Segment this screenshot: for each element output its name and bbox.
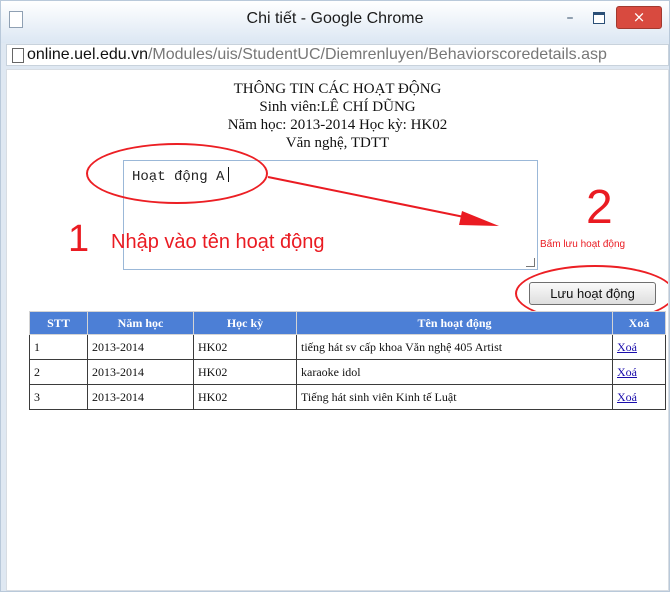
- maximize-icon: [593, 12, 605, 24]
- url-path: /Modules/uis/StudentUC/Diemrenluyen/Beha…: [147, 46, 607, 63]
- step2-number: 2: [586, 181, 613, 234]
- page-title: THÔNG TIN CÁC HOẠT ĐỘNG: [233, 81, 442, 97]
- row-delete-cell: Xoá: [612, 334, 666, 360]
- activities-table: STT Năm học Học kỳ Tên hoạt động Xoá 1 2…: [29, 311, 666, 410]
- activity-category: Văn nghệ, TDTT: [285, 135, 390, 151]
- column-header-stt: STT: [29, 311, 88, 335]
- column-header-term: Học kỳ: [193, 311, 297, 335]
- table-row: 1 2013-2014 HK02 tiếng hát sv cấp khoa V…: [29, 334, 666, 360]
- row-year: 2013-2014: [87, 334, 194, 360]
- row-delete-cell: Xoá: [612, 359, 666, 385]
- table-header-row: STT Năm học Học kỳ Tên hoạt động Xoá: [29, 311, 666, 335]
- row-term: HK02: [193, 384, 297, 410]
- page-content: THÔNG TIN CÁC HOẠT ĐỘNG Sinh viên:LÊ CHÍ…: [6, 69, 669, 591]
- column-header-activity-name: Tên hoạt động: [296, 311, 613, 335]
- row-stt: 2: [29, 359, 88, 385]
- url[interactable]: online.uel.edu.vn/Modules/uis/StudentUC/…: [27, 46, 607, 64]
- row-year: 2013-2014: [87, 359, 194, 385]
- close-button[interactable]: ×: [616, 6, 662, 29]
- row-year: 2013-2014: [87, 384, 194, 410]
- delete-link[interactable]: Xoá: [617, 390, 637, 404]
- address-bar[interactable]: online.uel.edu.vn/Modules/uis/StudentUC/…: [6, 44, 669, 66]
- title-bar: Chi tiết - Google Chrome – ×: [1, 1, 669, 43]
- highlight-circle-input: [86, 143, 268, 204]
- table-row: 2 2013-2014 HK02 karaoke idol Xoá: [29, 359, 666, 385]
- delete-link[interactable]: Xoá: [617, 340, 637, 354]
- document-icon: [12, 48, 24, 63]
- step1-text: Nhập vào tên hoạt động: [111, 231, 325, 253]
- table-row: 3 2013-2014 HK02 Tiếng hát sinh viên Kin…: [29, 384, 666, 410]
- column-header-year: Năm học: [87, 311, 194, 335]
- browser-window: Chi tiết - Google Chrome – × online.uel.…: [0, 0, 670, 592]
- url-domain: online.uel.edu.vn: [27, 46, 148, 63]
- term-info: Năm học: 2013-2014 Học kỳ: HK02: [227, 117, 448, 133]
- row-stt: 1: [29, 334, 88, 360]
- row-stt: 3: [29, 384, 88, 410]
- row-delete-cell: Xoá: [612, 384, 666, 410]
- resize-handle[interactable]: [526, 258, 535, 267]
- maximize-button[interactable]: [591, 9, 607, 25]
- step2-text: Bấm lưu hoạt động: [540, 239, 626, 250]
- column-header-delete: Xoá: [612, 311, 666, 335]
- row-term: HK02: [193, 359, 297, 385]
- delete-link[interactable]: Xoá: [617, 365, 637, 379]
- student-name: Sinh viên:LÊ CHÍ DŨNG: [259, 99, 416, 115]
- step1-number: 1: [68, 218, 90, 260]
- page-header: THÔNG TIN CÁC HOẠT ĐỘNG Sinh viên:LÊ CHÍ…: [7, 80, 668, 152]
- row-activity-name: Tiếng hát sinh viên Kinh tế Luật: [296, 384, 613, 410]
- row-activity-name: tiếng hát sv cấp khoa Văn nghệ 405 Artis…: [296, 334, 613, 360]
- row-term: HK02: [193, 334, 297, 360]
- minimize-button[interactable]: –: [561, 10, 579, 26]
- row-activity-name: karaoke idol: [296, 359, 613, 385]
